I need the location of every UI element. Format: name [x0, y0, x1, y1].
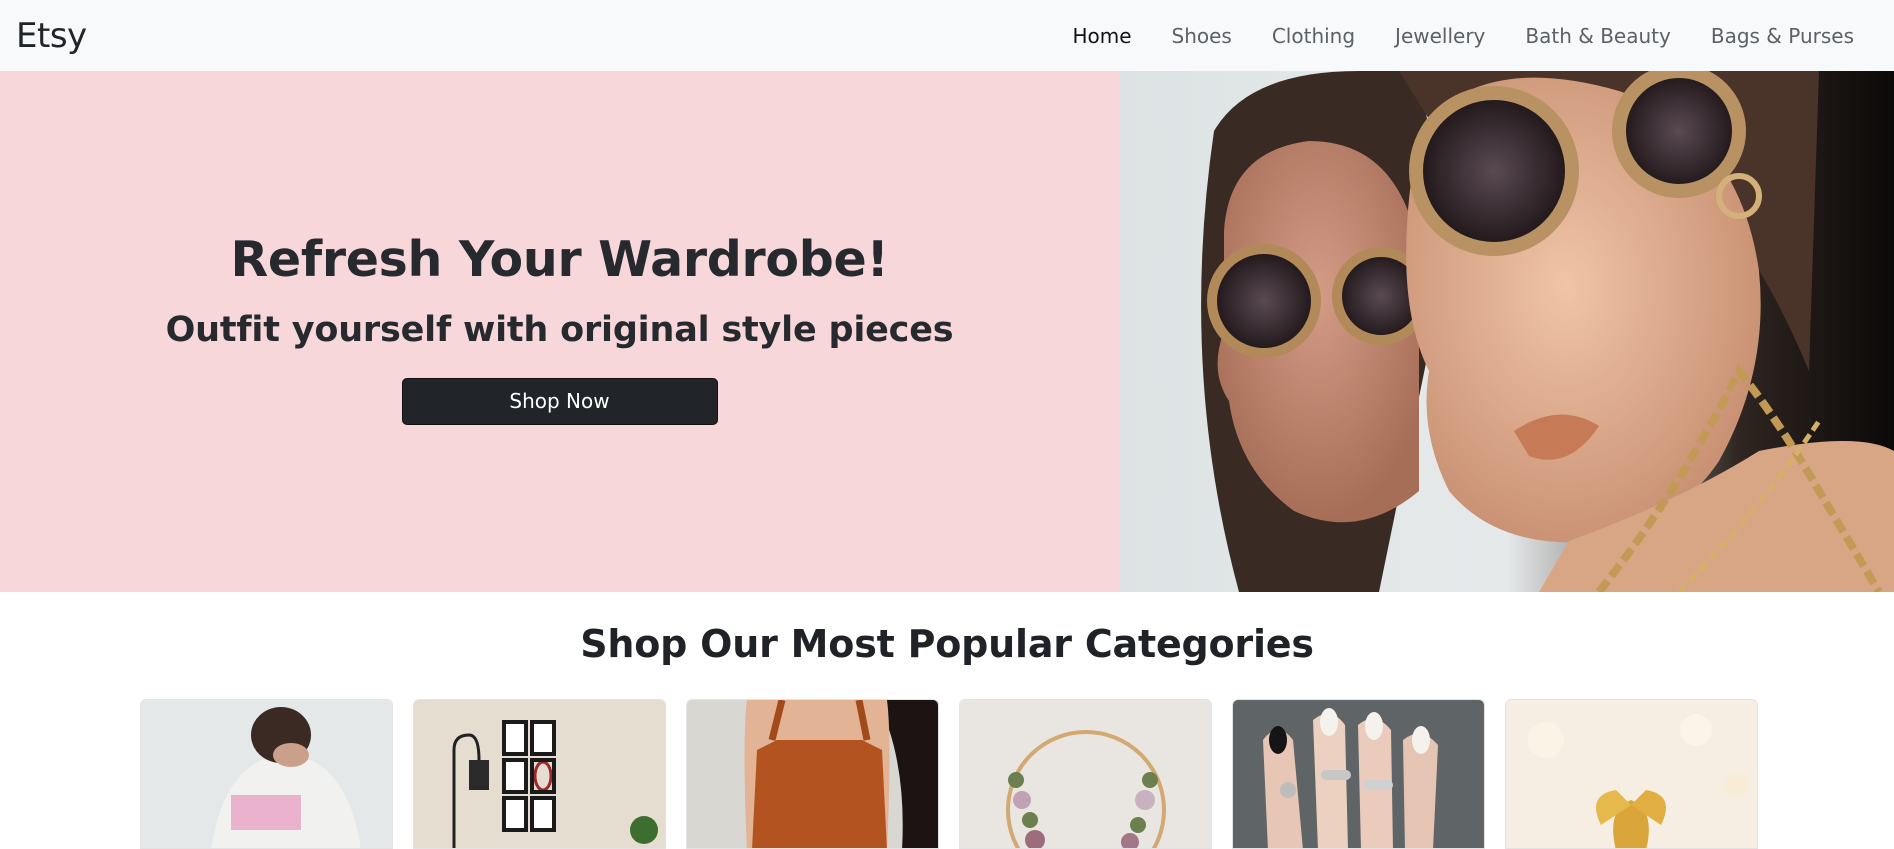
wreath-photo-icon	[960, 700, 1211, 848]
category-card-clothing[interactable]	[140, 699, 393, 849]
nav-link-clothing[interactable]: Clothing	[1272, 24, 1355, 48]
categories-title: Shop Our Most Popular Categories	[580, 622, 1314, 666]
category-card-gifts[interactable]	[1505, 699, 1758, 849]
hero-text-panel: Refresh Your Wardrobe! Outfit yourself w…	[0, 71, 1119, 592]
nav-link-jewellery[interactable]: Jewellery	[1395, 24, 1485, 48]
nav-link-bath-beauty[interactable]: Bath & Beauty	[1525, 24, 1670, 48]
knitwear-photo-icon	[687, 700, 938, 848]
hero-banner: Refresh Your Wardrobe! Outfit yourself w…	[0, 71, 1894, 592]
category-cards	[140, 699, 1758, 849]
nav-link-shoes[interactable]: Shoes	[1172, 24, 1232, 48]
clothing-photo-icon	[141, 700, 392, 848]
category-card-home-decor[interactable]	[413, 699, 666, 849]
shop-now-button[interactable]: Shop Now	[401, 377, 718, 425]
nav-link-home[interactable]: Home	[1072, 24, 1131, 48]
main-nav: Home Shoes Clothing Jewellery Bath & Bea…	[1032, 0, 1878, 71]
category-card-knitwear[interactable]	[686, 699, 939, 849]
category-card-wreath[interactable]	[959, 699, 1212, 849]
category-card-rings[interactable]	[1232, 699, 1485, 849]
fashion-photo-icon	[1119, 71, 1894, 592]
nav-link-bags-purses[interactable]: Bags & Purses	[1711, 24, 1854, 48]
home-decor-photo-icon	[414, 700, 665, 848]
hero-image	[1119, 71, 1894, 592]
hero-title: Refresh Your Wardrobe!	[230, 230, 889, 288]
brand-logo[interactable]: Etsy	[16, 16, 87, 56]
gifts-photo-icon	[1506, 700, 1757, 848]
navbar: Etsy Home Shoes Clothing Jewellery Bath …	[0, 0, 1894, 71]
rings-photo-icon	[1233, 700, 1484, 848]
hero-subtitle: Outfit yourself with original style piec…	[165, 309, 954, 350]
